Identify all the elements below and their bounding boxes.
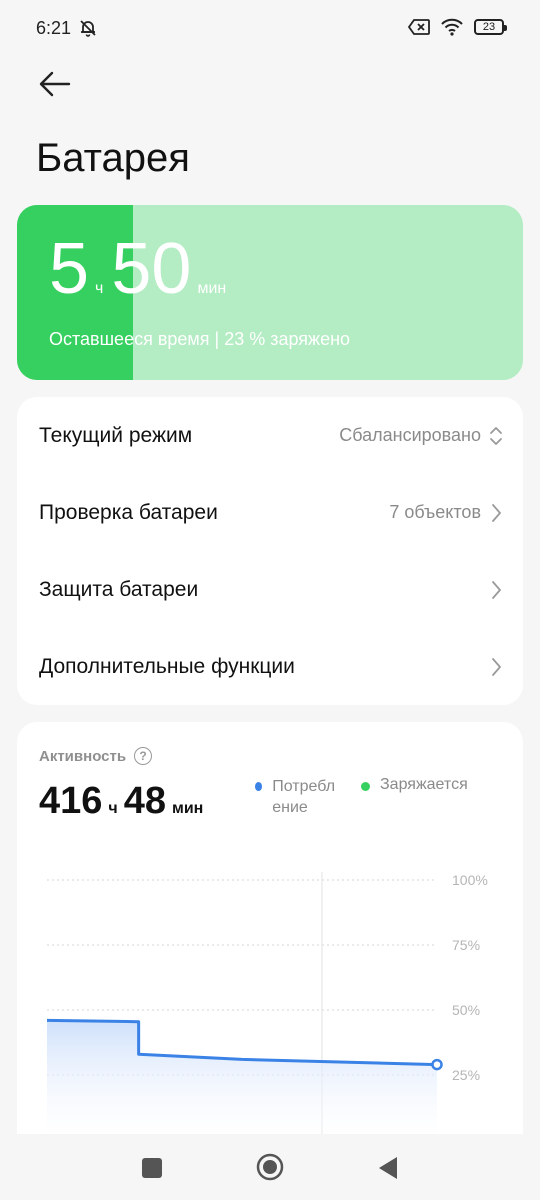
- row-label: Проверка батареи: [39, 500, 218, 524]
- recent-apps-button[interactable]: [141, 1157, 163, 1179]
- activity-card: Активность ? 416 ч 48 мин Потребл ение З…: [17, 722, 523, 1200]
- current-level-point: [431, 1058, 443, 1071]
- row-label: Защита батареи: [39, 577, 199, 601]
- remaining-minutes: 50: [111, 229, 192, 309]
- battery-status-card[interactable]: 5 ч 50 мин Оставшееся время | 23 % заряж…: [17, 205, 523, 380]
- row-battery-protection[interactable]: Защита батареи: [17, 551, 523, 628]
- row-label: Дополнительные функции: [39, 654, 295, 678]
- back-nav-button[interactable]: [377, 1156, 399, 1180]
- page-title: Батарея: [36, 136, 190, 180]
- row-current-mode[interactable]: Текущий режим Сбалансировано: [17, 397, 523, 474]
- row-value: Сбалансировано: [339, 425, 481, 445]
- remaining-hours: 5: [49, 229, 90, 309]
- remaining-time: 5 ч 50 мин: [49, 229, 234, 309]
- battery-usage-chart: 100%75%50%25%0%: [46, 872, 488, 1148]
- hours-unit: ч: [95, 280, 104, 297]
- back-button[interactable]: [36, 66, 76, 102]
- navigation-bar: [0, 1134, 540, 1200]
- arrow-left-icon: [39, 71, 71, 97]
- row-additional-features[interactable]: Дополнительные функции: [17, 628, 523, 705]
- home-button[interactable]: [256, 1153, 284, 1181]
- y-tick-label: 50%: [452, 1002, 480, 1018]
- battery-icon: 23: [474, 19, 507, 35]
- consumption-area: [47, 1020, 437, 1140]
- y-tick-label: 75%: [452, 937, 480, 953]
- wifi-icon: [441, 18, 463, 36]
- status-bar: 6:21 23: [0, 0, 540, 60]
- row-battery-check[interactable]: Проверка батареи 7 объектов: [17, 474, 523, 551]
- chevron-right-icon: [492, 657, 501, 676]
- up-down-chevron-icon: [490, 426, 502, 445]
- chevron-right-icon: [492, 503, 501, 522]
- y-tick-label: 100%: [452, 872, 488, 888]
- y-tick-label: 25%: [452, 1067, 480, 1083]
- battery-level-text: 23: [482, 21, 496, 33]
- row-value: 7 объектов: [389, 502, 481, 522]
- status-icons: 23: [408, 18, 507, 36]
- row-label: Текущий режим: [39, 423, 193, 447]
- battery-subtitle: Оставшееся время | 23 % заряжено: [49, 329, 351, 349]
- status-time: 6:21: [36, 18, 72, 38]
- no-sim-icon: [408, 19, 430, 35]
- minutes-unit: мин: [197, 280, 227, 297]
- chevron-right-icon: [492, 580, 501, 599]
- settings-card: Текущий режим Сбалансировано Проверка ба…: [17, 397, 523, 705]
- muted-bell-icon: [80, 20, 96, 37]
